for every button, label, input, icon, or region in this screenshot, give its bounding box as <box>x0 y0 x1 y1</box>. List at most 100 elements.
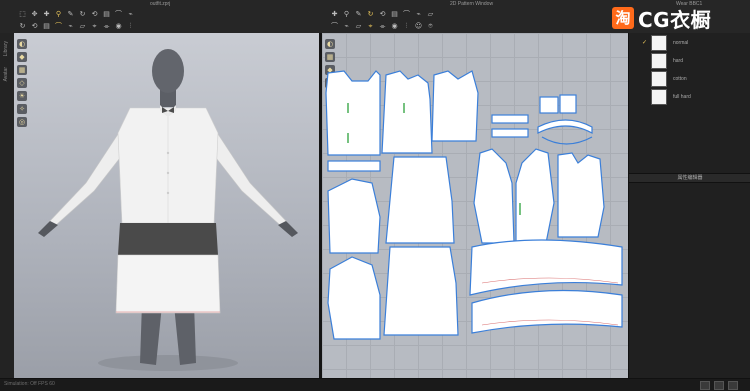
pattern-vest-right <box>515 148 555 244</box>
brand-logo-mark: 淘 <box>612 7 634 29</box>
flatten-icon[interactable]: ↻ <box>18 22 27 31</box>
pattern-peplum-lower <box>471 289 623 334</box>
move-icon[interactable]: ✚ <box>42 10 51 19</box>
layer-icon[interactable]: ⌯ <box>102 22 111 31</box>
toolbar-row-2d-bottom: ⌒ ⌁ ▱ ⌖ ⌯ ◉ ⫶ ☺ ⌾ <box>330 20 435 32</box>
pattern-bow-curve <box>541 136 593 145</box>
pattern-collar-band <box>537 119 593 135</box>
select-pattern-icon[interactable]: ✚ <box>330 10 339 19</box>
fabric-item-normal[interactable]: normal <box>651 34 689 51</box>
viewport-3d[interactable]: ◐ ◆ ▦ ◇ ☀ ✧ ◎ <box>14 33 319 378</box>
transform-icon[interactable]: ✥ <box>30 10 39 19</box>
pattern-vest-back <box>557 152 605 238</box>
layout-button-1[interactable] <box>700 381 710 390</box>
circle-icon[interactable]: ⟲ <box>378 10 387 19</box>
segment-icon[interactable]: ▱ <box>426 10 435 19</box>
main-toolbar: outfit.zprj 2D Pattern Window Wear BBC1 … <box>0 0 750 34</box>
zip-icon[interactable]: ⌁ <box>66 22 75 31</box>
fabric-swatch <box>651 70 667 87</box>
pattern-collar-2 <box>491 128 529 138</box>
left-side-strip: Library Avatar <box>0 33 15 378</box>
viewport-2d-pattern[interactable]: ◐ ▦ ◆ ⊕ <box>322 33 628 378</box>
pattern-pieces <box>325 70 623 340</box>
fabric-label: full hard <box>673 93 691 100</box>
pattern-collar-1 <box>491 114 529 124</box>
rectangle-icon[interactable]: ↻ <box>366 10 375 19</box>
fabric-selected-check-icon: ✓ <box>642 40 648 46</box>
pattern-shirt-back <box>431 70 479 142</box>
pencil-skirt <box>115 254 221 314</box>
status-bar: Simulation: Off FPS 60 <box>0 378 750 391</box>
property-editor-header[interactable]: 属性编辑器 <box>629 173 750 183</box>
fabric-item-hard[interactable]: hard <box>651 52 684 69</box>
pattern-cuff <box>327 160 381 172</box>
polygon-icon[interactable]: ✎ <box>354 10 363 19</box>
layout-button-2[interactable] <box>714 381 724 390</box>
toolbar-row-3d-top: ⬚ ✥ ✚ ⚲ ✎ ↻ ⟲ ▤ ⌒ ⌁ <box>18 8 135 20</box>
tuck-icon[interactable]: ⌁ <box>126 10 135 19</box>
status-text: Simulation: Off FPS 60 <box>4 381 55 387</box>
edit-pattern-icon[interactable]: ⚲ <box>342 10 351 19</box>
object-browser-panel: ✓ normal hard cotton full hard 属性编辑器 <box>628 33 750 378</box>
floor-shadow <box>98 355 238 371</box>
fabric-swatch <box>651 34 667 51</box>
gear-icon[interactable]: ◉ <box>114 22 123 31</box>
select-icon[interactable]: ⬚ <box>18 10 27 19</box>
wrap-icon[interactable]: ↻ <box>78 10 87 19</box>
viewport2d-title: 2D Pattern Window <box>450 1 494 7</box>
edit-texture-icon[interactable]: ⌯ <box>378 22 387 31</box>
grade-icon[interactable]: ☺ <box>414 22 423 31</box>
sleeve-right <box>205 127 293 230</box>
library-tab[interactable]: Library <box>3 41 9 56</box>
pattern-small-2 <box>559 94 577 114</box>
fabric-item-cotton[interactable]: cotton <box>651 70 687 87</box>
toolbar-row-2d-top: ✚ ⚲ ✎ ↻ ⟲ ▤ ⌒ ⌁ ▱ <box>330 8 435 20</box>
sleeve-left <box>43 127 131 230</box>
fabric-label: normal <box>673 39 689 46</box>
pattern-shirt-front-left <box>325 70 381 156</box>
pattern-small-1 <box>539 96 559 114</box>
toolbar-row-3d-bottom: ↻ ⟲ ▤ ⌒ ⌁ ▱ ⌖ ⌯ ◉ ⫶ <box>18 20 135 32</box>
avatar-with-outfit <box>38 49 298 371</box>
avatar-tab[interactable]: Avatar <box>3 67 9 81</box>
topstitch-icon[interactable]: ⌖ <box>366 22 375 31</box>
pattern-skirt-back <box>383 246 459 336</box>
fabric-item-full-hard[interactable]: full hard <box>651 88 691 105</box>
fabric-label: hard <box>673 57 684 64</box>
pin-icon[interactable]: ⚲ <box>54 10 63 19</box>
fold-icon[interactable]: ⌒ <box>114 10 123 19</box>
viewport3d-title: outfit.zprj <box>150 1 171 7</box>
sewing-icon[interactable]: ⫶ <box>402 22 411 31</box>
measure-icon[interactable]: ⟲ <box>30 22 39 31</box>
fabric-swatch <box>651 88 667 105</box>
pattern-sleeve-left <box>327 178 381 254</box>
symmetry-icon[interactable]: ◉ <box>390 22 399 31</box>
pattern-shirt-front-right <box>381 70 433 154</box>
arrange-icon[interactable]: ▤ <box>102 10 111 19</box>
button-icon[interactable]: ⌒ <box>54 22 63 31</box>
internal-line-icon[interactable]: ⌒ <box>402 10 411 19</box>
pattern-skirt-front <box>385 156 455 244</box>
avatar-head <box>152 49 184 93</box>
texture-icon[interactable]: ⫶ <box>126 22 135 31</box>
camera-icon[interactable]: ⌖ <box>90 22 99 31</box>
fabric-label: cotton <box>673 75 687 82</box>
trace-icon[interactable]: ⌁ <box>414 10 423 19</box>
avatar-icon[interactable]: ▱ <box>78 22 87 31</box>
fabric-swatch <box>651 52 667 69</box>
rotate-icon[interactable]: ⟲ <box>90 10 99 19</box>
pattern-peplum-upper <box>469 239 623 296</box>
annotation-icon[interactable]: ⌾ <box>426 22 435 31</box>
layout-button-3[interactable] <box>728 381 738 390</box>
tape-icon[interactable]: ▤ <box>42 22 51 31</box>
free-seam-icon[interactable]: ⌁ <box>342 22 351 31</box>
brand-logo: 淘 CG衣橱 <box>612 4 711 32</box>
brand-logo-text: CG衣橱 <box>638 7 712 32</box>
fold-arrange-icon[interactable]: ▱ <box>354 22 363 31</box>
dart-icon[interactable]: ▤ <box>390 10 399 19</box>
brush-icon[interactable]: ✎ <box>66 10 75 19</box>
seam-icon[interactable]: ⌒ <box>330 22 339 31</box>
dark-waistband <box>118 223 218 255</box>
pattern-sleeve-right <box>327 256 381 340</box>
pattern-vest-left <box>473 148 515 244</box>
